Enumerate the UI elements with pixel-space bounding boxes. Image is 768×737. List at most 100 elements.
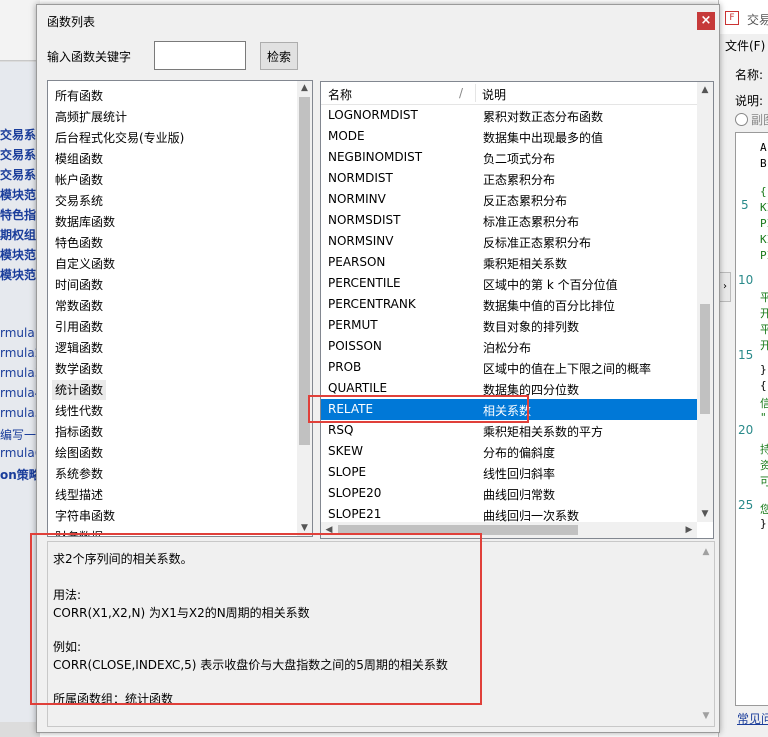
code-line: 资: [760, 459, 768, 472]
search-button[interactable]: 检索: [260, 42, 298, 70]
function-description: 相关系数: [483, 404, 532, 418]
scroll-down-icon[interactable]: ▼: [697, 506, 713, 522]
function-name: SLOPE21: [328, 507, 382, 521]
menu-file[interactable]: 文件(F): [725, 37, 765, 54]
function-description: 泊松分布: [483, 341, 532, 355]
function-description: 区域中的值在上下限之间的概率: [483, 362, 652, 376]
function-name: PERCENTRANK: [328, 297, 416, 311]
description-scrollbar[interactable]: ▲ ▼: [698, 542, 714, 726]
code-line: 平: [760, 291, 768, 304]
function-row[interactable]: NORMSDIST 标准正态累积分布: [321, 210, 697, 231]
line-number: 10: [738, 273, 754, 287]
background-tree-item[interactable]: 模块范: [0, 186, 36, 203]
category-item[interactable]: 所有函数: [55, 86, 103, 106]
scroll-down-icon[interactable]: ▼: [698, 708, 714, 724]
scroll-up-icon[interactable]: ▲: [697, 82, 713, 98]
function-row[interactable]: POISSON 泊松分布: [321, 336, 697, 357]
function-row[interactable]: QUARTILE 数据集的四分位数: [321, 378, 697, 399]
function-description: 曲线回归常数: [483, 488, 556, 502]
category-item[interactable]: 数学函数: [55, 359, 103, 379]
category-item[interactable]: 自定义函数: [55, 254, 115, 274]
background-tree-item[interactable]: 模块范: [0, 266, 36, 283]
column-divider[interactable]: [475, 84, 476, 102]
background-tree-item[interactable]: 特色指: [0, 206, 36, 223]
background-tree-item[interactable]: 交易系: [0, 126, 36, 143]
scroll-thumb[interactable]: [338, 525, 578, 535]
category-item[interactable]: 指标函数: [55, 422, 103, 442]
category-item[interactable]: 交易系统: [55, 191, 103, 211]
category-scrollbar[interactable]: ▲ ▼: [297, 81, 312, 536]
function-hscrollbar[interactable]: ◀ ▶: [321, 522, 697, 538]
function-row[interactable]: SLOPE 线性回归斜率: [321, 462, 697, 483]
category-item[interactable]: 特色函数: [55, 233, 103, 253]
dialog-title: 函数列表: [47, 15, 96, 29]
function-row[interactable]: PERCENTRANK 数据集中值的百分比排位: [321, 294, 697, 315]
function-name: RELATE: [328, 402, 374, 416]
background-tree-item[interactable]: 模块范: [0, 246, 36, 263]
column-header-name[interactable]: 名称: [328, 86, 352, 103]
scroll-down-icon[interactable]: ▼: [297, 521, 312, 536]
category-item[interactable]: 帐户函数: [55, 170, 103, 190]
keyword-input[interactable]: [154, 41, 246, 70]
background-tree-item[interactable]: 交易系: [0, 166, 36, 183]
function-name: SKEW: [328, 444, 363, 458]
code-line: 开: [760, 339, 768, 352]
category-item[interactable]: 财务数据: [55, 527, 103, 536]
scroll-up-icon[interactable]: ▲: [698, 544, 714, 560]
function-row[interactable]: PERCENTILE 区域中的第 k 个百分位值: [321, 273, 697, 294]
code-line: KI: [760, 233, 768, 246]
code-line: PI: [760, 249, 768, 262]
function-row[interactable]: SLOPE20 曲线回归常数: [321, 483, 697, 504]
function-description: 负二项式分布: [483, 152, 556, 166]
category-item[interactable]: 系统参数: [55, 464, 103, 484]
function-row[interactable]: PEARSON 乘积矩相关系数: [321, 252, 697, 273]
sort-icon: /: [459, 86, 464, 100]
function-list-dialog: 函数列表 × 输入函数关键字 检索 所有函数 高频扩展统计 后台程式化交易(专业版)…: [36, 4, 720, 733]
line-number: 25: [738, 498, 754, 512]
function-row[interactable]: NORMINV 反正态累积分布: [321, 189, 697, 210]
function-vscrollbar[interactable]: ▲ ▼: [697, 82, 713, 522]
column-header-desc[interactable]: 说明: [482, 86, 506, 103]
function-name: NORMSINV: [328, 234, 394, 248]
category-item[interactable]: 高频扩展统计: [55, 107, 127, 127]
subchart-radio[interactable]: [735, 113, 748, 126]
category-item[interactable]: 统计函数: [52, 380, 107, 400]
function-row[interactable]: MODE 数据集中出现最多的值: [321, 126, 697, 147]
background-tree-item[interactable]: 交易系: [0, 146, 36, 163]
category-item[interactable]: 逻辑函数: [55, 338, 103, 358]
function-row[interactable]: SKEW 分布的偏斜度: [321, 441, 697, 462]
scroll-up-icon[interactable]: ▲: [297, 81, 312, 96]
category-item[interactable]: 时间函数: [55, 275, 103, 295]
scroll-left-icon[interactable]: ◀: [321, 522, 337, 538]
help-link[interactable]: 常见问: [737, 710, 768, 727]
category-item[interactable]: 后台程式化交易(专业版): [55, 128, 184, 148]
function-row[interactable]: PROB 区域中的值在上下限之间的概率: [321, 357, 697, 378]
function-row[interactable]: RELATE 相关系数: [321, 399, 697, 420]
code-editor[interactable]: A:B:{KIPIKIPI平开平开}{信"持资可您}510152025: [735, 132, 768, 706]
category-item[interactable]: 线型描述: [55, 485, 103, 505]
category-item[interactable]: 数据库函数: [55, 212, 115, 232]
background-tree-item[interactable]: on策略: [0, 466, 41, 483]
scroll-right-icon[interactable]: ▶: [681, 522, 697, 538]
scroll-thumb[interactable]: [299, 97, 310, 445]
close-icon[interactable]: ×: [697, 12, 715, 30]
scroll-thumb[interactable]: [700, 304, 710, 414]
category-item[interactable]: 线性代数: [55, 401, 103, 421]
function-row[interactable]: LOGNORMDIST 累积对数正态分布函数: [321, 105, 697, 126]
function-row[interactable]: PERMUT 数目对象的排列数: [321, 315, 697, 336]
function-row[interactable]: RSQ 乘积矩相关系数的平方: [321, 420, 697, 441]
category-item[interactable]: 字符串函数: [55, 506, 115, 526]
function-row[interactable]: NORMSINV 反标准正态累积分布: [321, 231, 697, 252]
function-row[interactable]: NEGBINOMDIST 负二项式分布: [321, 147, 697, 168]
category-item[interactable]: 常数函数: [55, 296, 103, 316]
code-line: PI: [760, 217, 768, 230]
category-item[interactable]: 模组函数: [55, 149, 103, 169]
function-name: NORMSDIST: [328, 213, 401, 227]
category-item[interactable]: 绘图函数: [55, 443, 103, 463]
panel-toggle-arrow-icon[interactable]: ›: [719, 272, 731, 302]
category-list[interactable]: 所有函数 高频扩展统计 后台程式化交易(专业版) 模组函数 帐户函数 交易系统 数据库函数特…: [47, 80, 313, 537]
function-table[interactable]: 名称 / 说明 LOGNORMDIST 累积对数正态分布函数 MODE 数据集中出现最…: [320, 81, 714, 539]
background-toolbar: [0, 0, 40, 61]
category-item[interactable]: 引用函数: [55, 317, 103, 337]
function-row[interactable]: NORMDIST 正态累积分布: [321, 168, 697, 189]
